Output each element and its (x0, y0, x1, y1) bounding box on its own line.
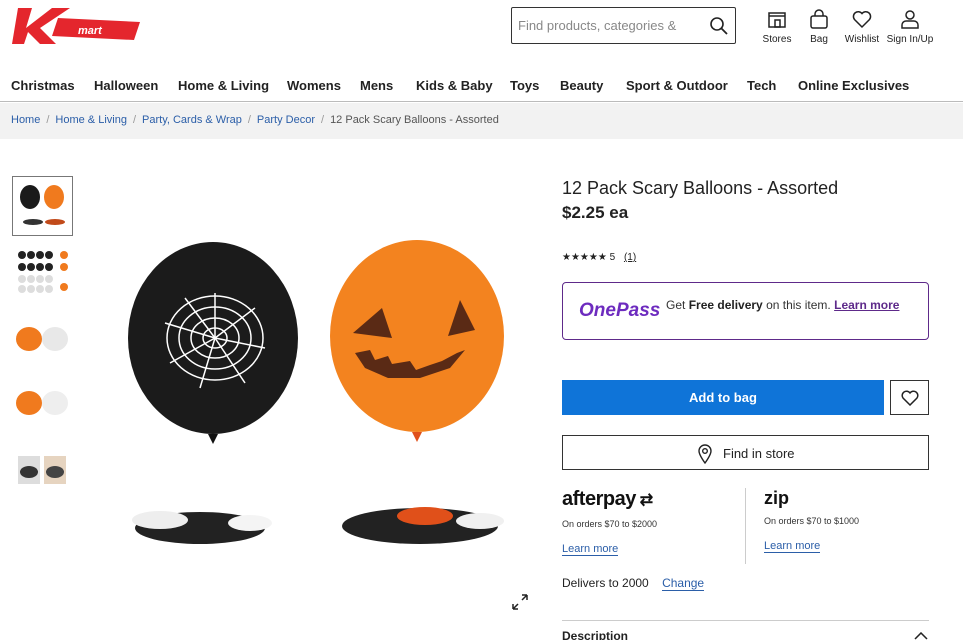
zip-block: zip On orders $70 to $1000 Learn more (764, 488, 929, 568)
nav-item-christmas[interactable]: Christmas (11, 78, 75, 93)
product-rating[interactable]: ★★★★★ 5 (1) (562, 252, 636, 263)
add-to-bag-button[interactable]: Add to bag (562, 380, 884, 415)
stores-label: Stores (762, 34, 792, 45)
delivery-info: Delivers to 2000 Change (562, 576, 705, 591)
nav-item-womens[interactable]: Womens (287, 78, 341, 93)
heart-icon (901, 390, 919, 406)
thumbnail-1[interactable] (12, 176, 73, 236)
add-to-wishlist-button[interactable] (890, 380, 929, 415)
zip-range: On orders $70 to $1000 (764, 516, 860, 526)
free-delivery-label: Free delivery (688, 298, 763, 312)
heart-icon (852, 11, 872, 29)
svg-text:mart: mart (78, 25, 103, 37)
user-icon (901, 10, 919, 29)
breadcrumb-bar: Home / Home & Living / Party, Cards & Wrap / P… (0, 103, 963, 139)
sign-in-link[interactable]: Sign In/Up (886, 8, 934, 45)
change-postcode-link[interactable]: Change (662, 576, 705, 591)
rating-stars: ★★★★★ (562, 252, 607, 263)
onepass-logo: OnePass (579, 300, 661, 321)
thumbnail-5[interactable] (12, 440, 73, 500)
nav-item-online-exclusives[interactable]: Online Exclusives (798, 78, 909, 93)
wishlist-label: Wishlist (844, 34, 880, 45)
onepass-banner: OnePass Get Free delivery on this item. … (562, 282, 929, 340)
thumbnail-2[interactable] (12, 243, 73, 303)
nav-item-home-living[interactable]: Home & Living (178, 78, 269, 93)
search-icon[interactable] (709, 16, 729, 36)
stores-link[interactable]: Stores (760, 8, 794, 45)
onepass-text: Get Free delivery on this item. Learn mo… (666, 298, 900, 312)
chevron-up-icon[interactable] (914, 632, 928, 640)
afterpay-learn-more-link[interactable]: Learn more (562, 543, 619, 556)
onepass-learn-more-link[interactable]: Learn more (834, 298, 899, 312)
find-in-store-label: Find in store (723, 446, 795, 461)
afterpay-logo: afterpay ⇄ (562, 488, 653, 510)
bag-label: Bag (810, 34, 828, 45)
zip-logo: zip (764, 488, 789, 508)
bag-link[interactable]: Bag (804, 8, 834, 45)
breadcrumb: Home / Home & Living / Party, Cards & Wrap / P… (11, 114, 499, 126)
kmart-logo[interactable]: mart (12, 6, 142, 46)
find-in-store-button[interactable]: Find in store (562, 435, 929, 470)
search-input[interactable] (512, 8, 702, 43)
zip-learn-more-link[interactable]: Learn more (764, 540, 821, 553)
bag-icon (810, 9, 828, 29)
breadcrumb-party-decor[interactable]: Party Decor (257, 114, 315, 126)
thumbnail-4[interactable] (12, 374, 73, 434)
review-count-link[interactable]: (1) (624, 252, 636, 263)
store-icon (768, 12, 786, 28)
price-unit: ea (609, 203, 629, 222)
rating-value: 5 (609, 252, 616, 263)
breadcrumb-current: 12 Pack Scary Balloons - Assorted (330, 114, 499, 126)
breadcrumb-home-living[interactable]: Home & Living (55, 114, 127, 126)
divider (745, 488, 746, 564)
sign-in-label: Sign In/Up (886, 34, 934, 45)
breadcrumb-party-cards-wrap[interactable]: Party, Cards & Wrap (142, 114, 242, 126)
search-box[interactable] (511, 7, 736, 44)
nav-item-mens[interactable]: Mens (360, 78, 393, 93)
product-image[interactable] (120, 238, 520, 568)
location-pin-icon (698, 444, 712, 464)
nav-item-toys[interactable]: Toys (510, 78, 539, 93)
wishlist-link[interactable]: Wishlist (843, 8, 881, 45)
price-value: $2.25 (562, 203, 605, 222)
product-title: 12 Pack Scary Balloons - Assorted (562, 178, 839, 198)
nav-item-halloween[interactable]: Halloween (94, 78, 158, 93)
expand-icon[interactable] (510, 592, 530, 612)
divider (562, 620, 929, 621)
afterpay-range: On orders $70 to $2000 (562, 519, 658, 529)
nav-item-tech[interactable]: Tech (747, 78, 776, 93)
nav-item-kids-baby[interactable]: Kids & Baby (416, 78, 493, 93)
nav-item-beauty[interactable]: Beauty (560, 78, 603, 93)
breadcrumb-home[interactable]: Home (11, 114, 40, 126)
description-accordion-header[interactable]: Description (562, 629, 628, 640)
delivery-location: Delivers to 2000 (562, 576, 649, 590)
product-price: $2.25 ea (562, 203, 628, 223)
afterpay-block: afterpay ⇄ On orders $70 to $2000 Learn … (562, 488, 742, 568)
category-nav: Christmas Halloween Home & Living Womens… (0, 72, 963, 102)
nav-item-sport-outdoor[interactable]: Sport & Outdoor (626, 78, 728, 93)
thumbnail-3[interactable] (12, 310, 73, 370)
